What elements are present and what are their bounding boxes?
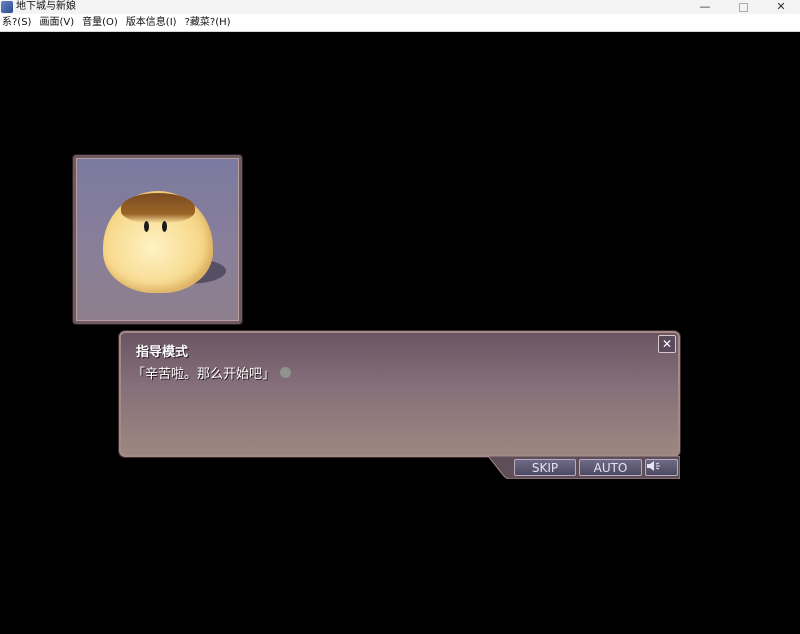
menu-display[interactable]: 画面(V): [37, 14, 80, 31]
dialog-close-button[interactable]: ✕: [658, 335, 676, 353]
sound-button[interactable]: [645, 459, 678, 476]
menu-version-info[interactable]: 版本信息(I): [124, 14, 183, 31]
menu-bar: 系?(S) 画面(V) 音量(O) 版本信息(I) ?藏菜?(H): [0, 14, 800, 32]
close-icon: ✕: [661, 337, 673, 351]
text-advance-icon: [280, 367, 292, 378]
title-bar: 地下城与新娘 — ✕: [0, 0, 800, 14]
character-portrait: [73, 155, 242, 324]
slime-character: [103, 191, 213, 293]
maximize-icon: [738, 2, 748, 12]
menu-hidden[interactable]: ?藏菜?(H): [183, 14, 237, 31]
menu-system[interactable]: 系?(S): [0, 14, 37, 31]
app-icon: [1, 1, 13, 13]
speaker-name: 指导模式: [136, 345, 189, 360]
slime-cap: [121, 193, 195, 223]
slime-left-eye: [144, 221, 149, 232]
minimize-button[interactable]: —: [686, 0, 724, 14]
maximize-button[interactable]: [724, 0, 762, 14]
control-bar: SKIP AUTO: [488, 456, 680, 479]
auto-button[interactable]: AUTO: [579, 459, 642, 476]
skip-button[interactable]: SKIP: [514, 459, 576, 476]
menu-volume[interactable]: 音量(O): [80, 14, 124, 31]
dialog-message: 「辛苦啦。那么开始吧」: [132, 363, 292, 382]
close-window-button[interactable]: ✕: [762, 0, 800, 14]
speaker-icon: [647, 461, 660, 471]
window-controls: — ✕: [686, 0, 800, 14]
dialog-box[interactable]: 指导模式 「辛苦啦。那么开始吧」 ✕: [119, 331, 680, 457]
slime-right-eye: [162, 221, 167, 232]
window-title: 地下城与新娘: [16, 1, 76, 12]
dialog-text: 「辛苦啦。那么开始吧」: [132, 367, 276, 382]
